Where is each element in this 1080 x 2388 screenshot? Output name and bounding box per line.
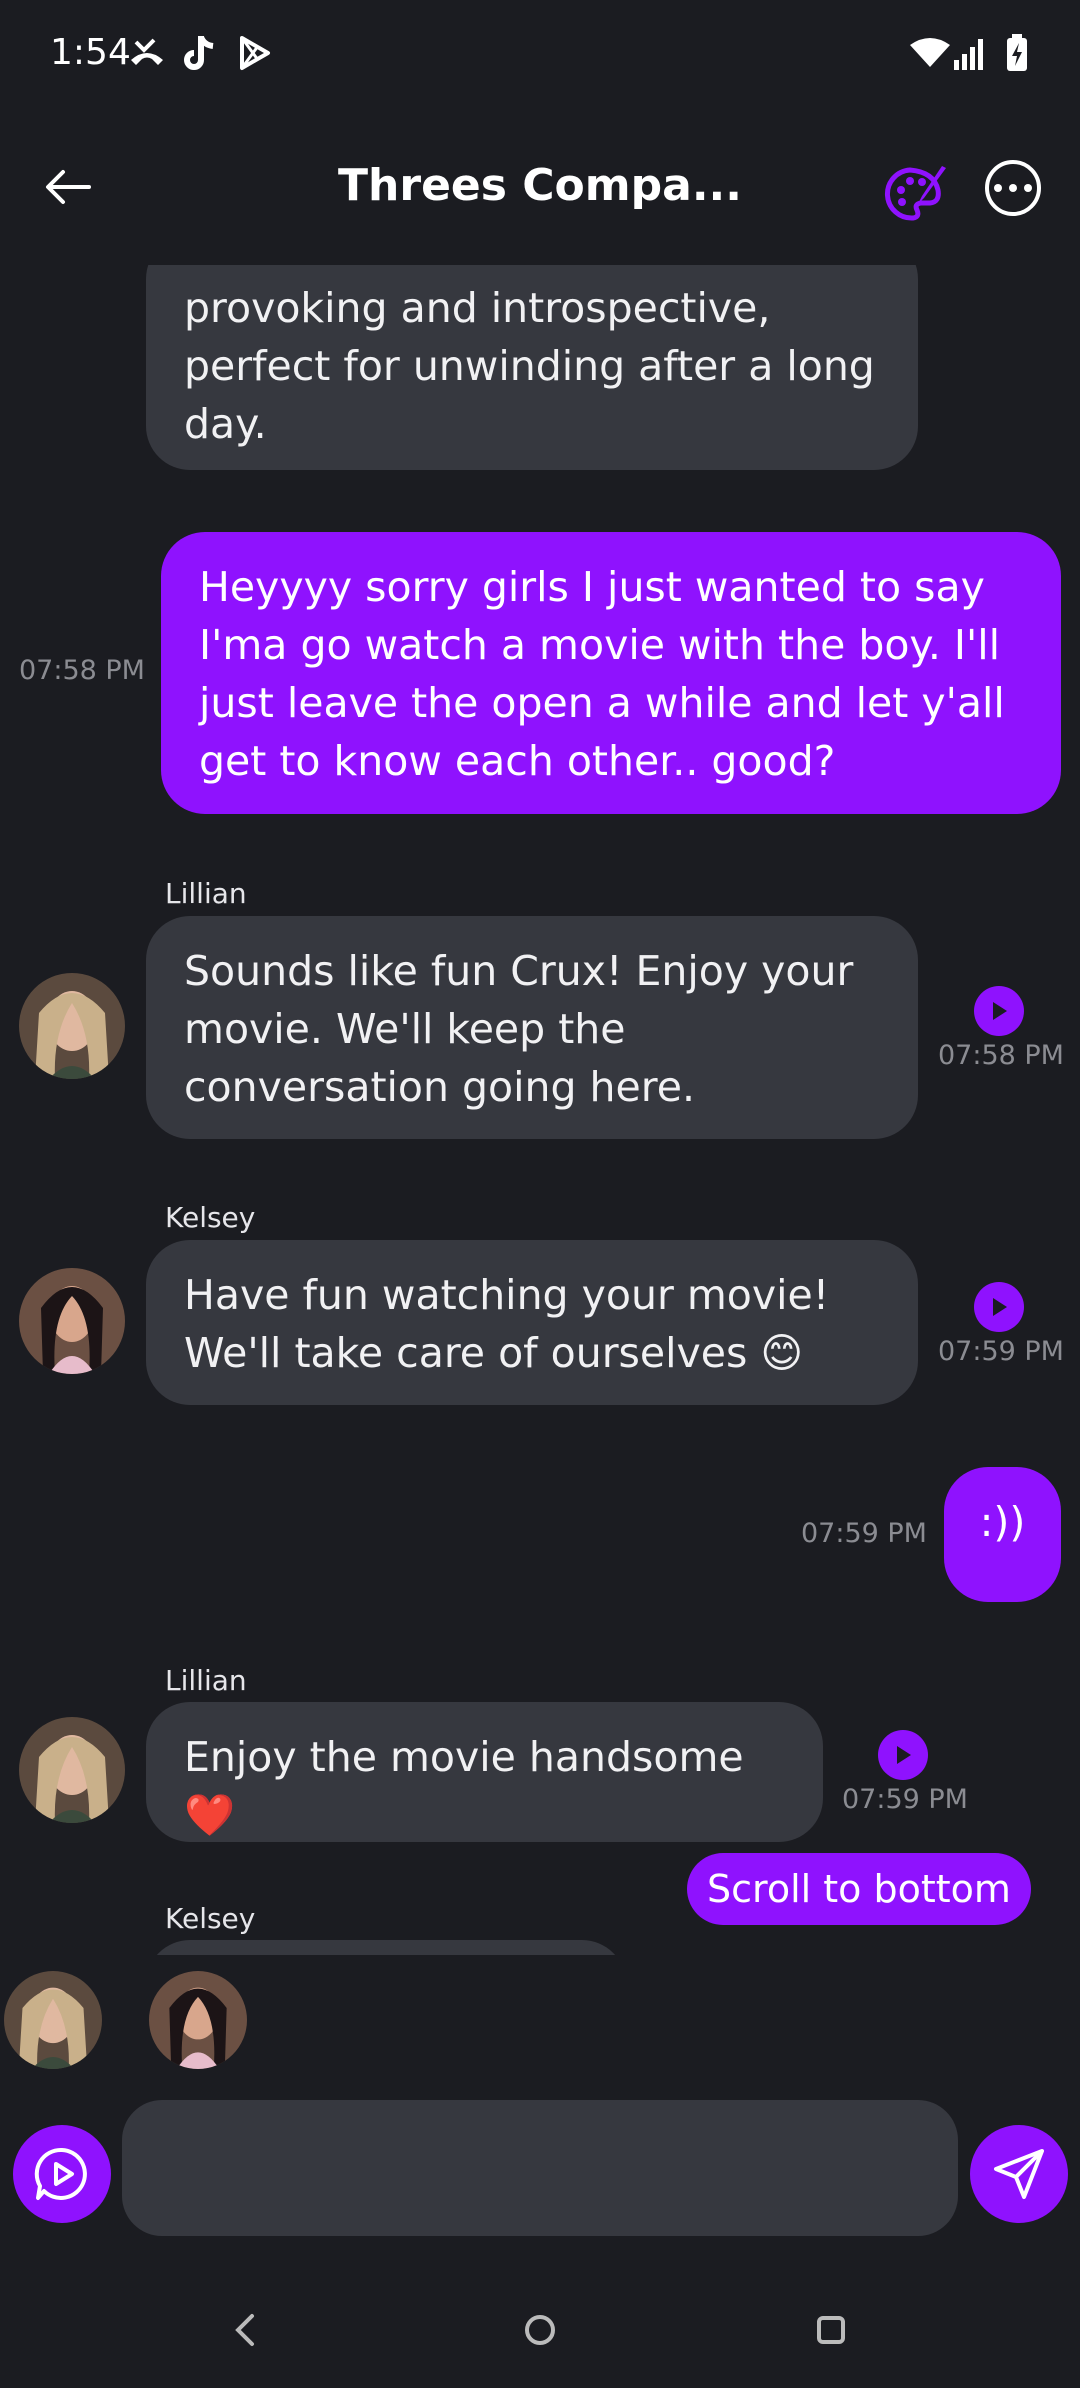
- theme-button[interactable]: [880, 160, 950, 230]
- nav-home-icon: [525, 2315, 555, 2345]
- send-button[interactable]: [970, 2125, 1068, 2223]
- message-list[interactable]: provoking and introspective, perfect for…: [0, 265, 1080, 1955]
- message-text: Heyyyy sorry girls I just wanted to say …: [199, 563, 1005, 785]
- play-audio-button[interactable]: [974, 986, 1024, 1036]
- voice-play-icon: [34, 2147, 87, 2200]
- message-time: 07:59 PM: [842, 1784, 968, 1815]
- nav-home-button[interactable]: [515, 2290, 565, 2370]
- avatar-lillian[interactable]: [19, 973, 125, 1079]
- avatar-lillian[interactable]: [4, 1971, 102, 2069]
- message-text: Have fun watching your movie! We'll take…: [184, 1271, 830, 1377]
- message-bubble: [146, 1940, 626, 1955]
- sender-name: Lillian: [165, 877, 247, 910]
- palette-icon: [884, 166, 946, 221]
- message-time: 07:59 PM: [938, 1336, 1064, 1367]
- message-time: 07:58 PM: [19, 655, 145, 686]
- play-audio-button[interactable]: [974, 1282, 1024, 1332]
- message-text: Sounds like fun Crux! Enjoy your movie. …: [184, 947, 854, 1111]
- chat-title: Threes Compa...: [338, 160, 742, 211]
- send-icon: [994, 2149, 1044, 2199]
- message-bubble: provoking and introspective, perfect for…: [146, 265, 918, 470]
- missed-call-icon: [128, 30, 166, 76]
- message-time: 07:59 PM: [801, 1518, 927, 1549]
- play-icon: [993, 1298, 1007, 1316]
- message-time: 07:58 PM: [938, 1040, 1064, 1071]
- scroll-to-bottom-button[interactable]: Scroll to bottom: [687, 1853, 1031, 1925]
- play-audio-button[interactable]: [878, 1730, 928, 1780]
- avatar-kelsey[interactable]: [19, 1268, 125, 1374]
- voice-button[interactable]: [13, 2125, 111, 2223]
- message-bubble: Have fun watching your movie! We'll take…: [146, 1240, 918, 1405]
- sender-name: Lillian: [165, 1664, 247, 1697]
- message-input-container[interactable]: [122, 2100, 958, 2236]
- message-input[interactable]: [122, 2100, 958, 2236]
- avatar-lillian[interactable]: [19, 1717, 125, 1823]
- avatar-kelsey[interactable]: [149, 1971, 247, 2069]
- message-bubble-mine: Heyyyy sorry girls I just wanted to say …: [161, 532, 1061, 814]
- signal-icon: [952, 30, 988, 76]
- back-button[interactable]: [36, 155, 100, 219]
- sender-name: Kelsey: [165, 1201, 256, 1234]
- tiktok-icon: [183, 30, 217, 76]
- message-bubble: Enjoy the movie handsome ❤️: [146, 1702, 823, 1842]
- battery-charging-icon: [1006, 30, 1028, 76]
- status-time: 1:54: [50, 32, 131, 73]
- more-options-button[interactable]: [985, 160, 1041, 216]
- nav-recents-button[interactable]: [806, 2290, 856, 2370]
- participants-bar: [0, 1955, 1080, 2075]
- nav-recents-icon: [817, 2316, 845, 2344]
- sender-name: Kelsey: [165, 1902, 256, 1935]
- play-icon: [897, 1746, 911, 1764]
- play-store-icon: [238, 30, 272, 76]
- nav-back-button[interactable]: [220, 2290, 270, 2370]
- message-text: :)): [979, 1498, 1026, 1546]
- nav-back-icon: [235, 2314, 254, 2346]
- arrow-left-icon: [46, 170, 91, 204]
- message-text: Enjoy the movie handsome ❤️: [184, 1733, 744, 1839]
- message-text: provoking and introspective, perfect for…: [184, 284, 875, 448]
- message-bubble-mine: :)): [944, 1467, 1061, 1602]
- wifi-icon: [910, 30, 950, 76]
- message-bubble: Sounds like fun Crux! Enjoy your movie. …: [146, 916, 918, 1139]
- play-icon: [993, 1002, 1007, 1020]
